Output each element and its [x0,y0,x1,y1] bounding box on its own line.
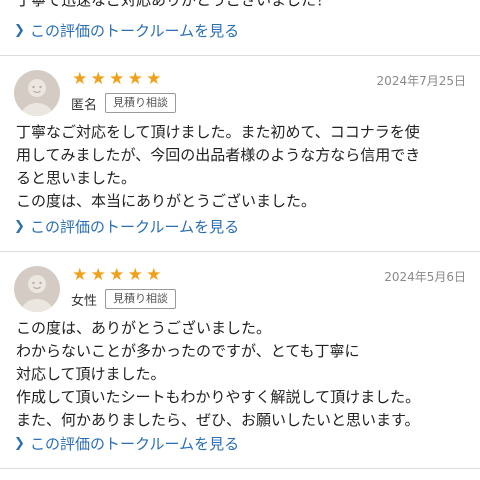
review-text-line: また、何かありましたら、ぜひ、お願いしたいと思います。 [16,411,420,429]
star-icon: ★ [127,265,143,285]
talk-room-link[interactable]: ❯ この評価のトークルームを見る [14,434,239,454]
review-text-line: この度は、本当にありがとうございました。 [16,192,317,210]
review-body: この度は、ありがとうございました。 わからないことが多かったのですが、とても丁寧… [16,317,468,432]
talk-room-link-label: この評価のトークルームを見る [30,218,240,236]
talk-room-link[interactable]: ❯ この評価のトークルームを見る [14,21,239,41]
review-text-line: この度は、ありがとうございました。 [16,319,272,337]
review-date: 2024年5月6日 [384,270,466,284]
review-text-line: 作成して頂いたシートもわかりやすく解説して頂けました。 [16,388,421,406]
chevron-right-icon: ❯ [14,436,25,451]
star-icon: ★ [127,69,143,89]
star-icon: ★ [90,265,106,285]
talk-room-link[interactable]: ❯ この評価のトークルームを見る [14,217,239,237]
star-icon: ★ [109,265,125,285]
reviewer-info: 匿名 見積り相談 [71,93,177,113]
review-text-line: ると思いました。 [16,169,137,187]
review-text-line: 対応して頂けました。 [16,365,166,383]
star-icon: ★ [72,69,88,89]
talk-room-link-label: この評価のトークルームを見る [30,435,240,453]
star-icon: ★ [90,69,106,89]
chevron-right-icon: ❯ [14,219,25,234]
chevron-right-icon: ❯ [14,23,25,38]
avatar-icon [14,266,60,312]
review-text-line: 用してみましたが、今回の出品者様のような方なら信用でき [16,146,421,164]
service-tag: 見積り相談 [105,289,177,309]
star-icon: ★ [146,265,162,285]
review-text-line: 丁寧で迅速なご対応ありがとうございました！ [16,0,332,9]
talk-room-link-label: この評価のトークルームを見る [30,22,240,40]
star-icon: ★ [109,69,125,89]
star-icon: ★ [72,265,88,285]
rating-stars: ★ ★ ★ ★ ★ [71,70,163,88]
review-date: 2024年7月25日 [376,74,466,88]
avatar-icon [14,70,60,116]
rating-stars: ★ ★ ★ ★ ★ [71,266,163,284]
review-body: 丁寧なご対応をして頂けました。また初めて、ココナラを使 用してみましたが、今回の… [16,121,468,213]
divider [0,468,480,469]
reviewer-info: 女性 見積り相談 [71,289,177,309]
star-icon: ★ [146,69,162,89]
reviewer-name: 匿名 [71,97,98,113]
review-text-line: 丁寧なご対応をして頂けました。また初めて、ココナラを使 [16,123,420,141]
review-text-line: わからないことが多かったのですが、とても丁寧に [16,342,360,360]
service-tag: 見積り相談 [105,93,177,113]
reviewer-name: 女性 [71,293,98,309]
